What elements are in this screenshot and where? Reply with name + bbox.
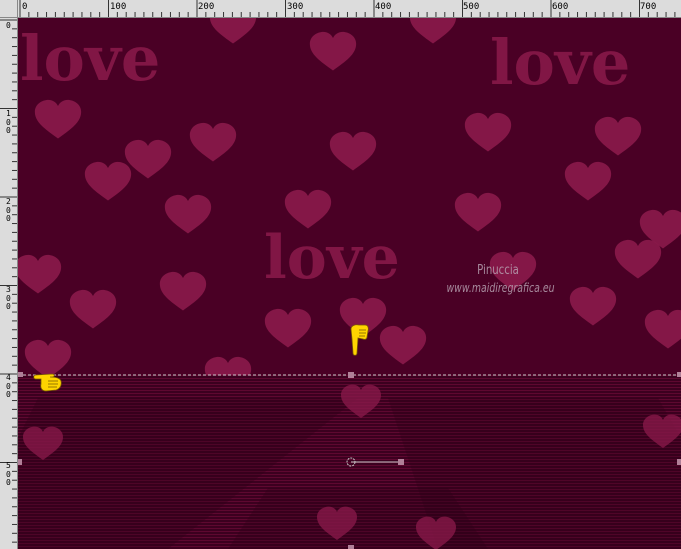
- handle-top-left[interactable]: [18, 372, 23, 377]
- love-word-top-left: love: [20, 22, 160, 95]
- ruler-label-300: 300: [287, 2, 304, 12]
- love-word-center: love: [264, 223, 400, 293]
- ruler-label-v300: 3 0 0: [6, 285, 11, 311]
- watermark-name: Pinuccia: [477, 263, 519, 278]
- handle-bottom-center[interactable]: [348, 545, 354, 549]
- vertical-ruler[interactable]: 0 1 0 0 2 0 0 3 0 0 4 0 0 5 0 0: [0, 18, 18, 549]
- handle-middle-left[interactable]: [18, 459, 22, 465]
- canvas-artwork: love love love: [18, 18, 681, 549]
- watermark: Pinuccia www.maidiregrafica.eu: [446, 262, 555, 297]
- ruler-label-v400: 4 0 0: [6, 373, 11, 399]
- ruler-label-v0: 0: [6, 21, 11, 30]
- ruler-label-v500: 5 0 0: [6, 461, 11, 487]
- rotation-handle[interactable]: [398, 459, 404, 465]
- handle-top-right[interactable]: [677, 372, 681, 377]
- ruler-label-600: 600: [552, 2, 569, 12]
- handle-middle-right[interactable]: [677, 459, 681, 465]
- horizontal-ruler[interactable]: 0 100 200 300 400 500 600 700: [18, 0, 681, 18]
- image-canvas[interactable]: love love love Pinuccia www.maidiregrafi…: [18, 18, 681, 549]
- watermark-url: www.maidiregrafica.eu: [446, 281, 555, 295]
- ruler-label-200: 200: [198, 2, 215, 12]
- ruler-label-v100: 1 0 0: [6, 109, 11, 135]
- ruler-corner: [0, 0, 18, 18]
- love-word-top-right: love: [490, 26, 630, 99]
- ruler-label-700: 700: [640, 2, 657, 12]
- handle-top-center[interactable]: [348, 372, 354, 378]
- ruler-label-400: 400: [375, 2, 392, 12]
- ruler-label-0: 0: [22, 2, 28, 12]
- ruler-label-v200: 2 0 0: [6, 197, 11, 223]
- ruler-label-100: 100: [110, 2, 127, 12]
- ruler-label-500: 500: [463, 2, 480, 12]
